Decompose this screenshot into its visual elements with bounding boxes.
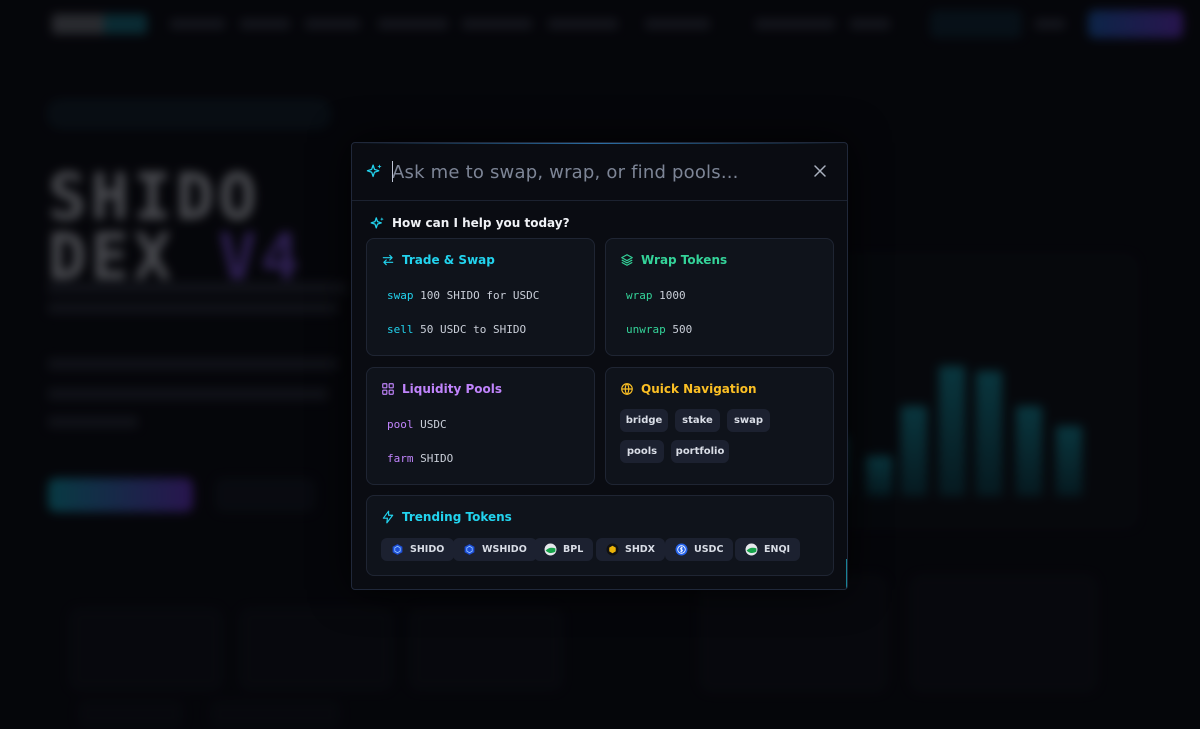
command-suggestion[interactable]: unwrap 500 <box>626 323 692 336</box>
token-chip-shido[interactable]: SHIDO <box>381 538 455 561</box>
liquidity-pools-header: Liquidity Pools <box>381 382 502 396</box>
layers-icon <box>621 254 633 266</box>
trade-swap-panel: Trade & Swap swap 100 SHIDO for USDC sel… <box>366 238 595 356</box>
wrap-tokens-title: Wrap Tokens <box>641 253 728 267</box>
command-args: 1000 <box>659 289 686 302</box>
command-args: SHIDO <box>420 452 454 465</box>
nav-chip-swap[interactable]: swap <box>727 409 770 432</box>
token-chip-shdx[interactable]: SHDX <box>596 538 666 561</box>
liquidity-pools-title: Liquidity Pools <box>402 382 502 396</box>
command-suggestion[interactable]: pool USDC <box>387 418 447 431</box>
quick-navigation-title: Quick Navigation <box>641 382 757 396</box>
command-args: 100 SHIDO for USDC <box>420 289 540 302</box>
command-args: 50 USDC to SHIDO <box>420 323 527 336</box>
command-keyword: unwrap <box>626 323 666 336</box>
close-icon[interactable] <box>813 164 827 178</box>
shdx-token-icon <box>606 543 619 556</box>
nav-chip-stake[interactable]: stake <box>675 409 720 432</box>
help-heading: How can I help you today? <box>370 215 570 231</box>
wrap-tokens-panel: Wrap Tokens wrap 1000 unwrap 500 <box>605 238 834 356</box>
token-chip-wshido[interactable]: WSHIDO <box>453 538 537 561</box>
command-args: USDC <box>420 418 447 431</box>
search-bar <box>352 143 847 201</box>
lightning-icon <box>382 510 394 524</box>
token-chip-bpl[interactable]: BPL <box>534 538 594 561</box>
command-keyword: pool <box>387 418 414 431</box>
token-symbol: BPL <box>563 544 584 555</box>
sparkles-icon <box>370 216 384 228</box>
token-symbol: ENQI <box>764 544 791 555</box>
trending-tokens-header: Trending Tokens <box>381 510 512 524</box>
trade-swap-title: Trade & Swap <box>402 253 495 267</box>
nav-chip-portfolio[interactable]: portfolio <box>671 440 729 463</box>
token-symbol: SHDX <box>625 544 656 555</box>
command-args: 500 <box>672 323 693 336</box>
command-keyword: sell <box>387 323 414 336</box>
trending-tokens-panel: Trending Tokens SHIDO WSHIDO BPL SHDX US… <box>366 495 834 576</box>
liquidity-pools-panel: Liquidity Pools pool USDC farm SHIDO <box>366 367 595 485</box>
trade-swap-header: Trade & Swap <box>381 253 495 267</box>
token-symbol: WSHIDO <box>482 544 527 555</box>
arrows-swap-icon <box>382 254 394 266</box>
trending-tokens-title: Trending Tokens <box>402 510 512 524</box>
ai-command-palette: How can I help you today? Trade & Swap s… <box>351 142 848 590</box>
command-keyword: wrap <box>626 289 653 302</box>
token-chip-usdc[interactable]: USDC <box>665 538 734 561</box>
globe-icon <box>621 383 633 396</box>
nav-chip-pools[interactable]: pools <box>620 440 664 463</box>
nav-chip-bridge[interactable]: bridge <box>620 409 668 432</box>
command-suggestion[interactable]: farm SHIDO <box>387 452 453 465</box>
wrap-tokens-header: Wrap Tokens <box>620 253 727 267</box>
sparkles-icon <box>366 164 382 178</box>
search-input[interactable] <box>390 157 794 187</box>
command-suggestion[interactable]: sell 50 USDC to SHIDO <box>387 323 526 336</box>
bpl-token-icon <box>544 543 557 556</box>
command-keyword: swap <box>387 289 414 302</box>
command-suggestion[interactable]: swap 100 SHIDO for USDC <box>387 289 539 302</box>
token-symbol: USDC <box>694 544 724 555</box>
help-heading-text: How can I help you today? <box>392 216 570 230</box>
shido-hex-icon <box>392 544 403 555</box>
usdc-token-icon <box>675 543 688 556</box>
command-suggestion[interactable]: wrap 1000 <box>626 289 686 302</box>
token-chip-enqi[interactable]: ENQI <box>735 538 801 561</box>
wshido-hex-icon <box>464 544 475 555</box>
text-caret <box>392 161 393 182</box>
quick-navigation-panel: Quick Navigation bridge stake swap pools… <box>605 367 834 485</box>
token-symbol: SHIDO <box>410 544 445 555</box>
enqi-token-icon <box>745 543 758 556</box>
command-keyword: farm <box>387 452 414 465</box>
grid-icon <box>382 383 394 395</box>
quick-navigation-header: Quick Navigation <box>620 382 757 396</box>
